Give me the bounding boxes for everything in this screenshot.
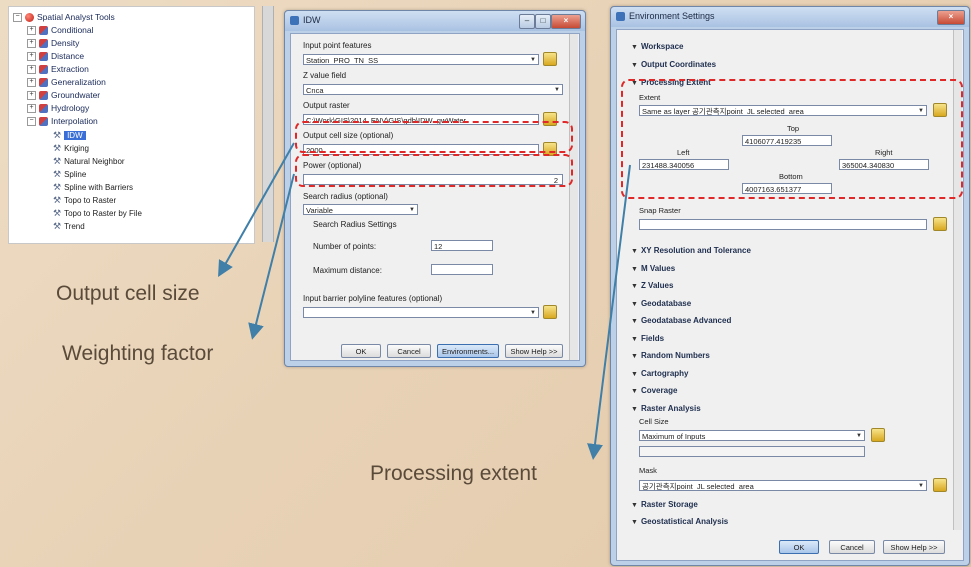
annotation-arrows bbox=[218, 142, 631, 460]
arrow-cell-size bbox=[218, 142, 295, 277]
arrow-extent bbox=[587, 164, 631, 460]
arrow-weighting bbox=[248, 173, 295, 340]
